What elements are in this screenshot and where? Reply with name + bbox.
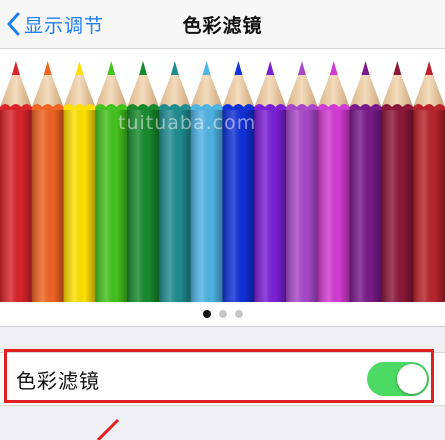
pencil-8 [222,61,255,302]
pencil-12 [349,61,382,302]
highlight-box [4,349,434,403]
page-dot-1[interactable] [202,310,211,318]
divider [0,326,445,327]
pencil-14 [413,61,445,302]
page-control[interactable] [0,302,445,326]
pencil-1 [0,61,33,302]
pencil-6 [158,61,192,302]
pencil-9 [254,61,287,302]
pencil-2 [31,61,65,302]
watermark-text: tuituaba.com [118,112,257,134]
colored-pencils-image [0,61,445,302]
page-dot-3[interactable] [234,310,243,318]
page-title: 色彩滤镜 [182,15,263,37]
pencil-4 [95,61,128,302]
pencil-3 [63,61,96,302]
page-dot-2[interactable] [218,310,227,318]
filter-preview: tuituaba.com [0,49,445,302]
pencil-10 [286,61,319,302]
navigation-bar: 显示调节 色彩滤镜 [0,0,445,49]
pencil-13 [381,61,414,302]
pencil-5 [127,61,160,302]
pencil-11 [317,61,351,302]
arrow-annotation-icon [96,418,120,440]
pencil-7 [190,61,223,302]
